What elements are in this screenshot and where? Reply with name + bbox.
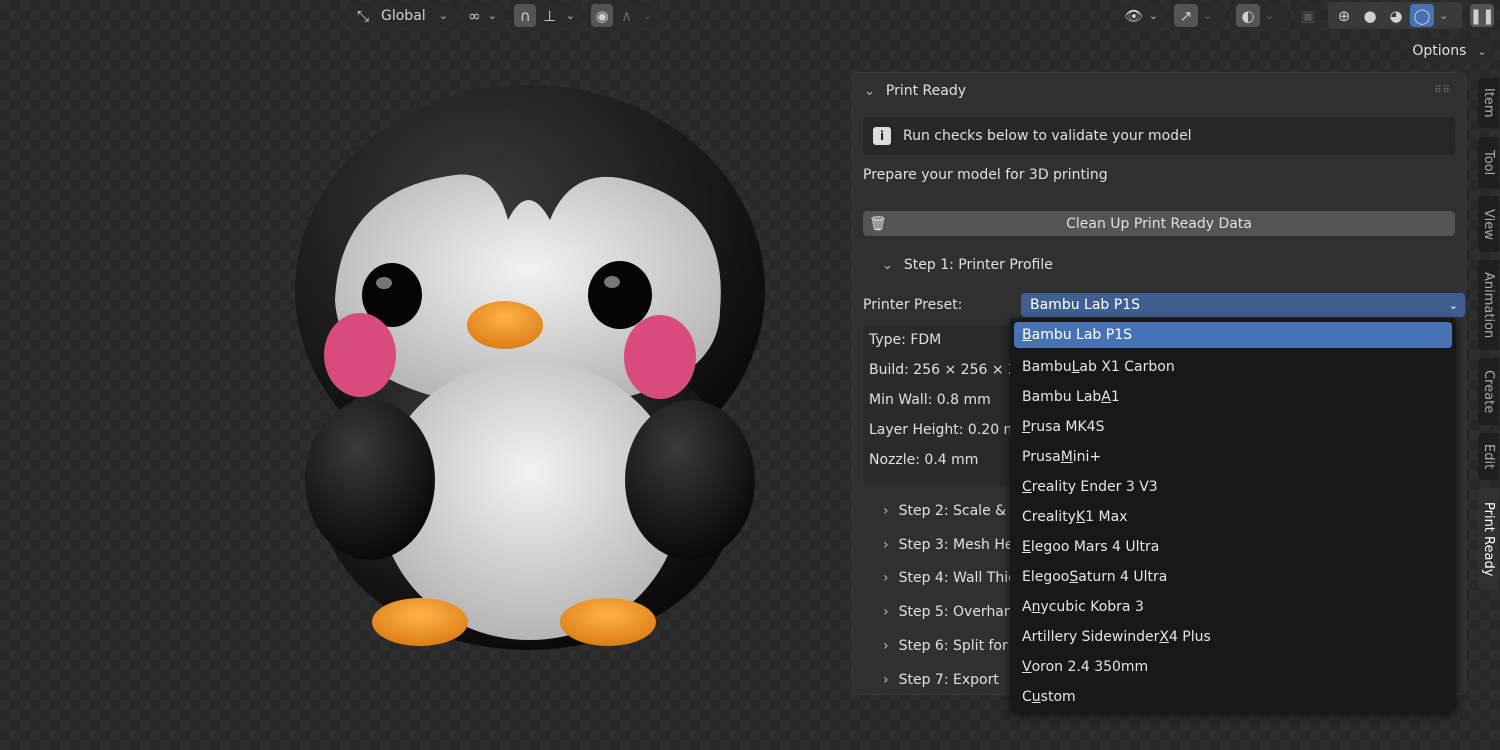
rendered-shading-icon[interactable]: ◯ xyxy=(1410,4,1434,27)
menu-item[interactable]: Elegoo Mars 4 Ultra xyxy=(1014,532,1452,562)
menu-item[interactable]: Creality K1 Max xyxy=(1014,502,1452,532)
sidebar-tab[interactable]: Item xyxy=(1478,78,1499,128)
info-text: Run checks below to validate your model xyxy=(903,128,1192,144)
solid-shading-icon[interactable]: ● xyxy=(1358,4,1382,27)
transform-orientation-value: Global xyxy=(381,7,426,24)
falloff-curve-icon[interactable]: ∧ xyxy=(615,4,637,27)
chevron-right-icon: › xyxy=(883,536,889,553)
pause-render-button[interactable]: ❚❚ xyxy=(1466,2,1496,29)
sidebar-tab[interactable]: View xyxy=(1478,196,1499,252)
menu-item[interactable]: Artillery Sidewinder X4 Plus xyxy=(1014,622,1452,652)
chevron-down-icon[interactable]: ⌄ xyxy=(1200,9,1215,22)
sidebar-tab[interactable]: Edit xyxy=(1478,433,1499,480)
menu-item[interactable]: Prusa MK4S xyxy=(1014,412,1452,442)
shading-modes[interactable]: ⊕ ● ◕ ◯ ⌄ xyxy=(1328,2,1462,29)
chevron-down-icon[interactable]: ⌄ xyxy=(1436,9,1451,22)
chevron-down-icon: ⌄ xyxy=(864,83,875,99)
step-header[interactable]: › Step 7: Export xyxy=(883,665,999,695)
drag-grip-icon[interactable]: ⠿⠿ xyxy=(1434,85,1451,96)
panel-title: Print Ready xyxy=(885,83,967,99)
chevron-down-icon: ⌄ xyxy=(487,9,497,22)
menu-item[interactable]: Cu stom xyxy=(1014,682,1452,712)
sidebar-tab[interactable]: Print Ready xyxy=(1478,488,1499,590)
printer-preset-value: Bambu Lab P1S xyxy=(1030,297,1140,313)
menu-item[interactable]: Bambu Lab A1 xyxy=(1014,382,1452,412)
menu-item[interactable]: Bambu Lab P1S xyxy=(1014,322,1452,348)
cleanup-label: Clean Up Print Ready Data xyxy=(1066,215,1252,232)
menu-item[interactable]: Prusa Mini+ xyxy=(1014,442,1452,472)
pivot-link-icon: ∞ xyxy=(468,6,481,25)
sidebar-tab[interactable]: Tool xyxy=(1478,137,1499,188)
chevron-down-icon: ⌄ xyxy=(438,9,448,22)
chevron-down-icon[interactable]: ⌄ xyxy=(640,9,655,22)
chevron-down-icon: ⌄ xyxy=(1148,9,1158,22)
chevron-down-icon: ⌄ xyxy=(1477,44,1487,58)
step1-header[interactable]: ⌄ Step 1: Printer Profile xyxy=(879,253,1455,277)
chevron-down-icon[interactable]: ⌄ xyxy=(563,9,578,22)
step-header[interactable]: › Step 5: Overhangs xyxy=(883,597,1029,627)
panel-header[interactable]: ⌄ Print Ready xyxy=(861,79,1455,103)
pause-icon: ❚❚ xyxy=(1469,4,1495,27)
overlays-group[interactable]: ◐ ⌄ xyxy=(1232,2,1288,29)
sidebar-tab[interactable]: Create xyxy=(1478,358,1499,425)
printer-preset-select[interactable]: Bambu Lab P1S ⌄ xyxy=(1021,293,1465,317)
proportional-editing-group[interactable]: ◉ ∧ ⌄ xyxy=(587,2,659,29)
printer-preset-row: Printer Preset: Bambu Lab P1S ⌄ xyxy=(863,291,1465,319)
menu-item[interactable]: Voron 2.4 350mm xyxy=(1014,652,1452,682)
info-box: i Run checks below to validate your mode… xyxy=(863,117,1455,155)
menu-item[interactable]: Bambu Lab X1 Carbon xyxy=(1014,352,1452,382)
cleanup-button[interactable]: 🗑 Clean Up Print Ready Data xyxy=(863,211,1455,236)
printer-preset-menu: Bambu Lab P1S Bambu Lab X1 Carbon Bambu La… xyxy=(1010,318,1456,712)
menu-item[interactable]: An ycubic Kobra 3 xyxy=(1014,592,1452,622)
overlays-icon[interactable]: ◐ xyxy=(1236,4,1260,27)
info-icon: i xyxy=(873,127,891,145)
panel-subtitle: Prepare your model for 3D printing xyxy=(863,167,1108,183)
xray-toggle[interactable]: ▣ xyxy=(1294,2,1322,29)
menu-item[interactable]: Elegoo Saturn 4 Ultra xyxy=(1014,562,1452,592)
xray-icon[interactable]: ▣ xyxy=(1298,4,1318,27)
printer-preset-label: Printer Preset: xyxy=(863,297,963,313)
chevron-right-icon: › xyxy=(883,604,889,621)
visibility-dropdown[interactable]: 👁 ⌄ xyxy=(1120,2,1165,29)
wireframe-shading-icon[interactable]: ⊕ xyxy=(1332,4,1356,27)
pivot-point-dropdown[interactable]: ∞ ⌄ xyxy=(462,2,504,29)
options-label: Options xyxy=(1412,43,1467,59)
snap-increment-icon[interactable]: ⊥ xyxy=(538,4,560,27)
options-button[interactable]: Options ⌄ xyxy=(1408,38,1494,64)
chevron-down-icon: ⌄ xyxy=(882,257,893,273)
gizmo-group[interactable]: ↗ ⌄ xyxy=(1170,2,1226,29)
chevron-right-icon: › xyxy=(883,637,889,654)
sidebar-tab[interactable]: Animation xyxy=(1478,260,1499,350)
step1-title: Step 1: Printer Profile xyxy=(903,257,1053,273)
snapping-group[interactable]: ∩ ⊥ ⌄ xyxy=(510,2,582,29)
material-shading-icon[interactable]: ◕ xyxy=(1384,4,1408,27)
step-title: Step 7: Export xyxy=(898,671,999,688)
chevron-right-icon: › xyxy=(883,671,889,688)
eye-cursor-icon: 👁 xyxy=(1124,6,1144,25)
chevron-right-icon: › xyxy=(883,503,889,519)
menu-item[interactable]: Creality Ender 3 V3 xyxy=(1014,472,1452,502)
proportional-editing-icon[interactable]: ◉ xyxy=(591,4,614,27)
chevron-down-icon[interactable]: ⌄ xyxy=(1262,9,1277,22)
penguin-model-render xyxy=(295,85,765,650)
snap-magnet-icon[interactable]: ∩ xyxy=(514,4,537,27)
chevron-down-icon: ⌄ xyxy=(1448,298,1458,312)
gizmo-icon[interactable]: ↗ xyxy=(1174,4,1198,27)
chevron-right-icon: › xyxy=(883,570,889,587)
orientation-axes-icon: ⤡ xyxy=(356,6,369,25)
transform-orientation-dropdown[interactable]: ⤡ Global ⌄ xyxy=(347,2,455,29)
trash-icon: 🗑 xyxy=(869,215,887,232)
